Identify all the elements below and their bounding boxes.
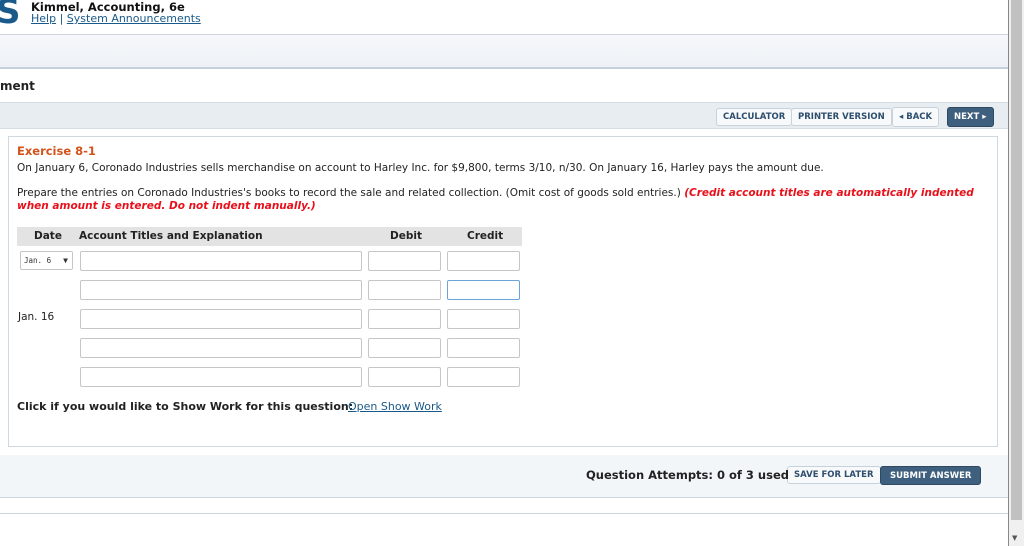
account-input[interactable] — [80, 280, 362, 300]
debit-input[interactable] — [368, 251, 441, 271]
printer-version-button[interactable]: PRINTER VERSION — [791, 108, 892, 126]
calculator-button[interactable]: CALCULATOR — [716, 108, 793, 126]
header-credit: Credit — [467, 230, 504, 242]
table-header: Date Account Titles and Explanation Debi… — [17, 227, 522, 246]
credit-input[interactable] — [447, 280, 520, 300]
header-date: Date — [34, 230, 62, 242]
open-show-work-link[interactable]: Open Show Work — [348, 400, 442, 413]
credit-input[interactable] — [447, 309, 520, 329]
date-label: Jan. 16 — [18, 311, 55, 323]
account-input[interactable] — [80, 367, 362, 387]
divider — [0, 513, 1008, 514]
nav-band — [0, 34, 1010, 69]
page-title: ment — [0, 79, 35, 93]
back-button[interactable]: ◂ BACK — [892, 107, 940, 127]
question-attempts: Question Attempts: 0 of 3 used — [586, 468, 789, 482]
exercise-title: Exercise 8-1 — [17, 144, 96, 158]
separator: | — [59, 12, 64, 25]
account-input[interactable] — [80, 338, 362, 358]
date-select[interactable]: Jan. 6 ▼ — [20, 251, 73, 270]
credit-input[interactable] — [447, 338, 520, 358]
debit-input[interactable] — [368, 280, 441, 300]
toolbar: CALCULATOR PRINTER VERSION ◂ BACK NEXT ▸ — [0, 102, 1008, 129]
footer-bar: SAVE FOR LATER SUBMIT ANSWER — [0, 455, 1008, 498]
save-for-later-button[interactable]: SAVE FOR LATER — [787, 466, 881, 484]
credit-input[interactable] — [447, 251, 520, 271]
caret-right-icon: ▸ — [979, 112, 987, 122]
dropdown-arrow-icon: ▼ — [63, 256, 68, 265]
next-button[interactable]: NEXT ▸ — [947, 107, 994, 127]
logo: S — [0, 0, 21, 32]
instruction-text: Prepare the entries on Coronado Industri… — [17, 187, 685, 199]
header-account: Account Titles and Explanation — [79, 230, 263, 242]
submit-answer-button[interactable]: SUBMIT ANSWER — [880, 466, 982, 485]
announcements-link[interactable]: System Announcements — [67, 12, 201, 25]
scroll-down-icon[interactable]: ▼ — [1012, 534, 1017, 542]
next-label: NEXT — [954, 112, 980, 122]
account-input[interactable] — [80, 251, 362, 271]
debit-input[interactable] — [368, 367, 441, 387]
date-select-value: Jan. 6 — [24, 256, 52, 265]
back-label: BACK — [906, 112, 933, 122]
show-work-label: Click if you would like to Show Work for… — [17, 400, 354, 413]
header-links: Help | System Announcements — [31, 12, 201, 25]
account-input[interactable] — [80, 309, 362, 329]
credit-input[interactable] — [447, 367, 520, 387]
question-text: On January 6, Coronado Industries sells … — [17, 162, 824, 174]
debit-input[interactable] — [368, 309, 441, 329]
instruction: Prepare the entries on Coronado Industri… — [17, 187, 987, 213]
scrollbar-thumb[interactable] — [1011, 0, 1022, 520]
header-debit: Debit — [390, 230, 422, 242]
help-link[interactable]: Help — [31, 12, 56, 25]
debit-input[interactable] — [368, 338, 441, 358]
